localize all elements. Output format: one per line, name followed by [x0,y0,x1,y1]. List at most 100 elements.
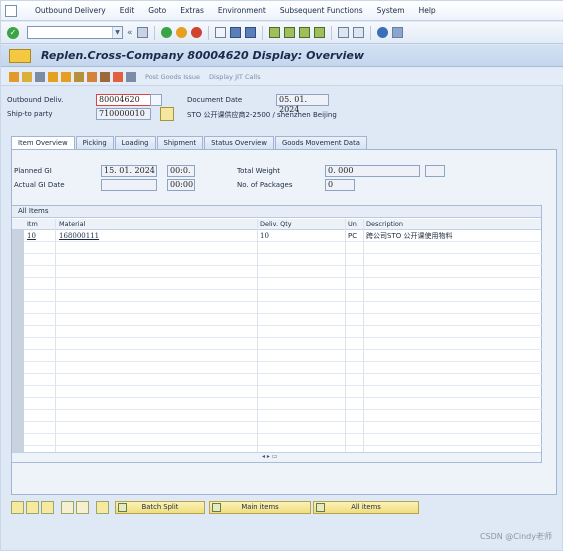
menu-subsequent-functions[interactable]: Subsequent Functions [280,6,363,15]
new-session-icon[interactable] [337,27,349,38]
system-menu-icon[interactable] [5,4,17,17]
menu-edit[interactable]: Edit [120,6,135,15]
item-details-icon[interactable] [61,71,71,82]
first-page-icon[interactable] [268,27,280,38]
material-link[interactable]: 168000111 [59,231,99,242]
packages-field[interactable]: 0 [325,179,355,191]
next-page-icon[interactable] [298,27,310,38]
outbound-delivery-field[interactable]: 80004620 [96,94,151,106]
horizontal-scrollbar[interactable]: ◂ ▸ ▭ [12,452,541,462]
shortcut-icon[interactable] [352,27,364,38]
tab-loading[interactable]: Loading [114,136,156,149]
partner-icon[interactable] [87,71,97,82]
packages-label: No. of Packages [237,181,293,189]
delete-row-icon[interactable] [76,501,89,514]
change-display-icon[interactable] [9,71,19,82]
row-divider [24,289,543,290]
title-bar: Replen.Cross-Company 80004620 Display: O… [1,45,563,67]
output-icon[interactable] [126,71,136,82]
sap-window: Outbound Delivery Edit Goto Extras Envir… [0,0,563,551]
weight-unit-field[interactable] [425,165,445,177]
toolbar-separator [261,25,263,40]
create-icon[interactable] [22,71,32,82]
tab-goods-movement-data[interactable]: Goods Movement Data [274,136,367,149]
scroll-arrows-icon[interactable]: ◂ ▸ ▭ [262,453,278,460]
post-goods-issue-button[interactable]: Post Goods Issue [145,73,200,81]
planned-gi-date-field[interactable]: 15. 01. 2024 [101,165,157,177]
document-date-field[interactable]: 05. 01. 2024 [276,94,329,114]
transport-icon[interactable] [100,71,110,82]
total-weight-field[interactable]: 0. 000 [325,165,420,177]
help-icon[interactable] [376,27,388,38]
page-title: Replen.Cross-Company 80004620 Display: O… [41,49,365,62]
col-description[interactable]: Description [366,219,403,229]
delete-icon[interactable] [35,71,45,82]
deselect-all-icon[interactable] [41,501,54,514]
delivery-lookup-icon[interactable] [150,94,162,106]
find-next-icon[interactable] [244,27,256,38]
menu-help[interactable]: Help [419,6,436,15]
unit-cell[interactable]: PC [348,231,357,242]
select-all-icon[interactable] [26,501,39,514]
pack-icon[interactable] [113,71,123,82]
save-icon[interactable] [136,27,148,38]
main-items-button[interactable]: Main items [209,501,311,514]
outbound-delivery-label: Outbound Deliv. [7,96,64,104]
address-icon[interactable] [160,107,174,121]
tab-item-overview[interactable]: Item Overview [11,136,75,149]
menu-goto[interactable]: Goto [148,6,166,15]
prev-page-icon[interactable] [283,27,295,38]
enter-icon[interactable]: ✓ [7,26,19,39]
row-divider [24,361,543,362]
ship-to-description: STO 公开课供应商2-2500 / shenzhen Beijing [187,111,337,119]
document-icon[interactable] [9,48,31,63]
total-weight-label: Total Weight [237,167,280,175]
back-icon[interactable] [160,27,172,38]
last-page-icon[interactable] [313,27,325,38]
application-toolbar: Post Goods Issue Display JIT Calls [1,68,563,86]
batch-split-button[interactable]: Batch Split [115,501,205,514]
collapse-toolbar-icon[interactable]: « [127,28,133,38]
watermark: CSDN @Cindy老师 [479,532,552,541]
all-items-button[interactable]: All items [313,501,419,514]
actual-gi-label: Actual GI Date [14,181,65,189]
header-details-icon[interactable] [48,71,58,82]
col-un[interactable]: Un [348,219,357,229]
table-header: Itm Material Deliv. Qty Un Description [12,219,541,230]
ship-to-label: Ship-to party [7,110,53,118]
tab-status-overview[interactable]: Status Overview [204,136,274,149]
print-icon[interactable] [214,27,226,38]
item-details-icon[interactable] [11,501,24,514]
cancel-icon[interactable] [190,27,202,38]
tab-picking[interactable]: Picking [75,136,114,149]
menu-system[interactable]: System [377,6,405,15]
toolbar-separator [153,25,155,40]
col-itm[interactable]: Itm [27,219,38,229]
display-jit-calls-button[interactable]: Display JIT Calls [209,73,260,81]
sort-icon[interactable] [96,501,109,514]
actual-gi-time-field[interactable]: 00:00 [167,179,195,191]
actual-gi-date-field[interactable] [101,179,157,191]
planned-gi-time-field[interactable]: 00:0. [167,165,195,177]
description-cell[interactable]: 跨公司STO 公开课使用物料 [366,231,452,242]
insert-row-icon[interactable] [61,501,74,514]
command-field[interactable]: ▼ [27,26,123,39]
deliv-qty-cell[interactable]: 10 [260,231,269,242]
item-number-link[interactable]: 10 [27,231,36,242]
all-items-icon [316,503,325,512]
chevron-down-icon[interactable]: ▼ [112,27,122,38]
ship-to-field[interactable]: 710000010 [96,108,151,120]
find-icon[interactable] [229,27,241,38]
menu-extras[interactable]: Extras [180,6,204,15]
col-deliv-qty[interactable]: Deliv. Qty [260,219,292,229]
tab-shipment[interactable]: Shipment [156,136,204,149]
customize-icon[interactable] [391,27,403,38]
table-title: All Items [12,206,541,218]
menu-environment[interactable]: Environment [218,6,266,15]
row-selector-column[interactable] [12,230,24,456]
col-material[interactable]: Material [59,219,85,229]
exit-icon[interactable] [175,27,187,38]
text-icon[interactable] [74,71,84,82]
toolbar-separator [207,25,209,40]
menu-outbound-delivery[interactable]: Outbound Delivery [35,6,106,15]
